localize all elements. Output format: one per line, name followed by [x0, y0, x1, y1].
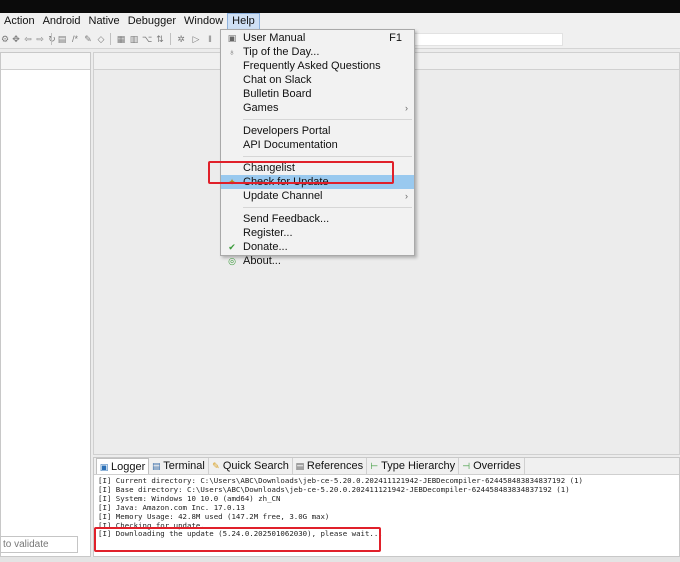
menu-debugger[interactable]: Debugger: [124, 13, 180, 30]
comment-icon[interactable]: /*: [70, 34, 80, 44]
menu-native[interactable]: Native: [85, 13, 124, 30]
help-menu-dropdown: ▣ User Manual F1 ♁ Tip of the Day... Fre…: [220, 29, 415, 267]
menu-help[interactable]: Help: [227, 13, 260, 30]
tab-type-hierarchy[interactable]: ⊢ Type Hierarchy: [367, 458, 460, 474]
menu-item-label: Bulletin Board: [243, 88, 312, 100]
menu-item-label: Games: [243, 102, 279, 114]
tab-label: Terminal: [163, 460, 205, 472]
about-icon: ◎: [228, 256, 236, 266]
tab-label: Quick Search: [222, 460, 289, 472]
logger-icon: ▣: [99, 461, 109, 472]
overrides-icon: ⊣: [462, 461, 471, 471]
tab-label: Overrides: [473, 460, 521, 472]
menu-item-api-documentation[interactable]: API Documentation: [221, 138, 414, 152]
tab-label: Type Hierarchy: [381, 460, 456, 472]
menu-window[interactable]: Window: [180, 13, 227, 30]
menu-separator: [243, 119, 412, 120]
menu-item-tip-of-the-day[interactable]: ♁ Tip of the Day...: [221, 45, 414, 59]
filter-input[interactable]: to validate: [0, 536, 78, 553]
lightbulb-icon: ♁: [228, 47, 236, 57]
menu-item-changelist[interactable]: Changelist: [221, 161, 414, 175]
references-icon: ▤: [295, 461, 305, 471]
refresh-icon[interactable]: ↻: [47, 34, 57, 44]
toolbar-search-field[interactable]: [413, 33, 563, 46]
menu-item-label: Tip of the Day...: [243, 46, 320, 58]
menu-item-label: Changelist: [243, 162, 295, 174]
type-hierarchy-icon: ⊢: [370, 461, 379, 471]
menu-item-label: Update Channel: [243, 190, 323, 202]
donate-icon: ✔: [228, 242, 236, 252]
gear-icon[interactable]: ⚙: [0, 34, 10, 44]
tab-overrides[interactable]: ⊣ Overrides: [459, 458, 525, 474]
move-icon[interactable]: ✥: [11, 34, 21, 44]
quick-search-icon: ✎: [212, 461, 220, 471]
menu-item-chat-on-slack[interactable]: Chat on Slack: [221, 73, 414, 87]
menu-item-developers-portal[interactable]: Developers Portal: [221, 124, 414, 138]
tab-quick-search[interactable]: ✎ Quick Search: [209, 458, 293, 474]
update-icon: ✦: [228, 177, 236, 187]
menu-item-register[interactable]: Register...: [221, 226, 414, 240]
toolbar-separator: [110, 33, 111, 45]
back-icon[interactable]: ⇦: [23, 34, 33, 44]
chevron-right-icon: ›: [405, 103, 408, 113]
list-icon[interactable]: ▤: [57, 34, 67, 44]
columns-icon[interactable]: ▥: [129, 34, 139, 44]
window-titlebar: [0, 0, 680, 13]
menu-item-label: About...: [243, 255, 281, 267]
sort-icon[interactable]: ⇅: [155, 34, 165, 44]
tag-icon[interactable]: ◇: [96, 34, 106, 44]
menu-separator: [243, 156, 412, 157]
menu-item-send-feedback[interactable]: Send Feedback...: [221, 212, 414, 226]
menu-item-label: Chat on Slack: [243, 74, 312, 86]
toolbar-separator: [170, 33, 171, 45]
tab-terminal[interactable]: ▤ Terminal: [149, 458, 209, 474]
menubar: Action Android Native Debugger Window He…: [0, 13, 680, 30]
terminal-icon: ▤: [152, 461, 161, 471]
menu-item-label: User Manual: [243, 32, 306, 44]
debug-icon[interactable]: ✲: [176, 34, 186, 44]
menu-item-donate[interactable]: ✔ Donate...: [221, 240, 414, 254]
menu-separator: [243, 207, 412, 208]
log-line: [I] Downloading the update (5.24.0.20250…: [98, 529, 383, 539]
pause-icon[interactable]: ‖: [205, 34, 215, 44]
play-icon[interactable]: ▷: [191, 34, 201, 44]
menu-item-label: Send Feedback...: [243, 213, 330, 225]
menu-item-user-manual[interactable]: ▣ User Manual F1: [221, 31, 414, 45]
menu-item-label: API Documentation: [243, 139, 338, 151]
tab-label: Logger: [111, 460, 146, 473]
tab-label: References: [306, 460, 364, 472]
menu-item-label: Donate...: [243, 241, 288, 253]
menu-item-check-for-update[interactable]: ✦ Check for Update: [221, 175, 414, 189]
status-bar: [0, 557, 680, 562]
bottom-panel: ▣ Logger ▤ Terminal ✎ Quick Search ▤ Ref…: [93, 457, 680, 557]
chevron-right-icon: ›: [405, 191, 408, 201]
menu-item-update-channel[interactable]: Update Channel ›: [221, 189, 414, 203]
rename-icon[interactable]: ✎: [83, 34, 93, 44]
menu-item-bulletin-board[interactable]: Bulletin Board: [221, 87, 414, 101]
toolbar-separator: [51, 33, 52, 45]
book-icon: ▣: [227, 33, 237, 43]
menu-item-label: Check for Update: [243, 176, 329, 188]
menu-item-faq[interactable]: Frequently Asked Questions: [221, 59, 414, 73]
menu-item-label: Frequently Asked Questions: [243, 60, 381, 72]
menu-item-about[interactable]: ◎ About...: [221, 254, 414, 268]
forward-icon[interactable]: ⇨: [35, 34, 45, 44]
tab-references[interactable]: ▤ References: [293, 458, 368, 474]
menu-android[interactable]: Android: [39, 13, 85, 30]
tree-icon[interactable]: ⌥: [142, 34, 152, 44]
logger-output: [I] Current directory: C:\Users\ABC\Down…: [94, 475, 679, 539]
menu-action[interactable]: Action: [0, 13, 39, 30]
left-panel: to validate: [0, 52, 91, 557]
tab-logger[interactable]: ▣ Logger: [96, 458, 150, 474]
menu-item-label: Developers Portal: [243, 125, 331, 137]
bottom-tabbar: ▣ Logger ▤ Terminal ✎ Quick Search ▤ Ref…: [94, 458, 679, 475]
menu-item-label: Register...: [243, 227, 293, 239]
menu-item-games[interactable]: Games ›: [221, 101, 414, 115]
grid-icon[interactable]: ▦: [116, 34, 126, 44]
left-panel-header: [1, 53, 90, 70]
menu-item-shortcut: F1: [389, 32, 402, 44]
